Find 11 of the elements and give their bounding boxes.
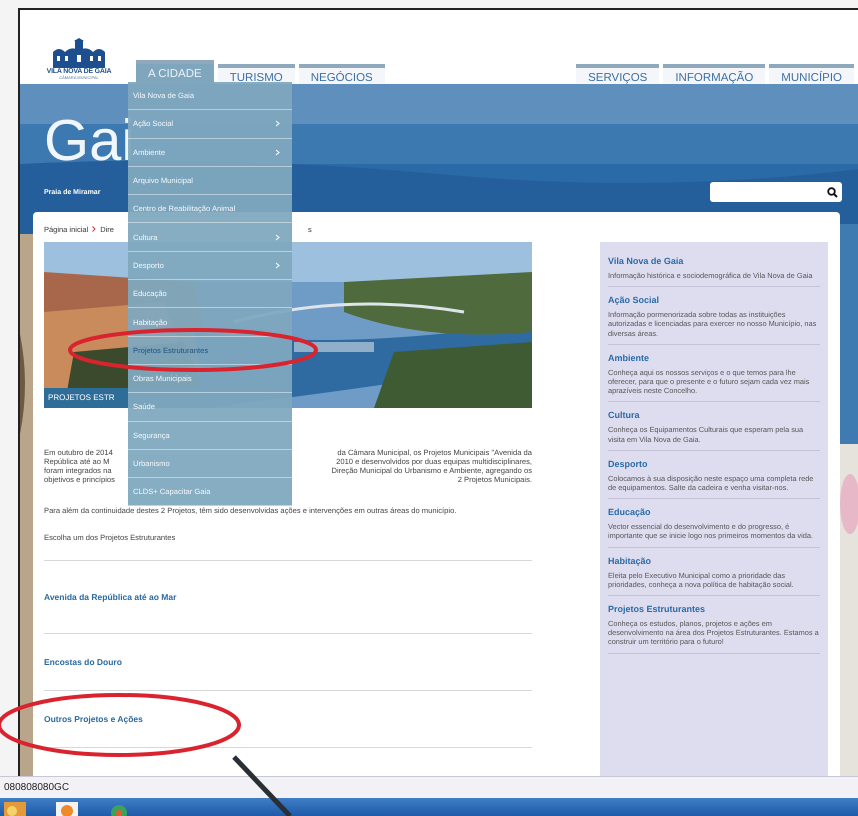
- nav-tab[interactable]: NEGÓCIOS: [298, 64, 385, 84]
- nav-tab[interactable]: INFORMAÇÃO: [663, 64, 766, 84]
- town-hall-logo-icon: [51, 38, 107, 68]
- nav-tab[interactable]: MUNICÍPIO: [769, 64, 854, 84]
- nav-tab[interactable]: SERVIÇOS: [576, 64, 660, 84]
- app-icon[interactable]: [56, 802, 78, 816]
- app-icon[interactable]: [108, 802, 130, 816]
- app-icon[interactable]: [4, 802, 26, 816]
- nav-tab[interactable]: TURISMO: [218, 64, 295, 84]
- nav-tab[interactable]: A CIDADE: [136, 60, 214, 84]
- status-text: 080808080GC: [4, 782, 70, 793]
